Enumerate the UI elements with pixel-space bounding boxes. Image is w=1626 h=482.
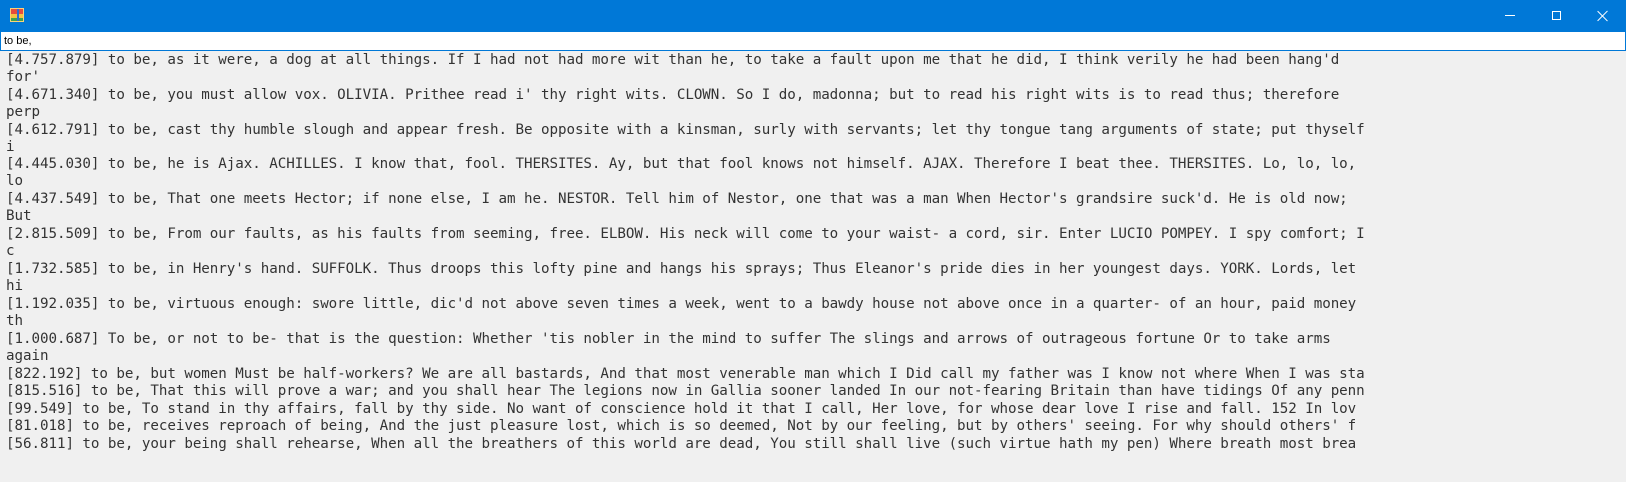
title-bar[interactable] bbox=[0, 0, 1626, 31]
results-list[interactable]: [4.757.879] to be, as it were, a dog at … bbox=[0, 51, 1626, 482]
result-line: [2.815.509] to be, From our faults, as h… bbox=[6, 226, 1365, 242]
result-line: [4.671.340] to be, you must allow vox. O… bbox=[6, 87, 1340, 103]
result-line: [815.516] to be, That this will prove a … bbox=[6, 383, 1365, 399]
result-line: [1.732.585] to be, in Henry's hand. SUFF… bbox=[6, 261, 1357, 277]
result-line: [4.445.030] to be, he is Ajax. ACHILLES.… bbox=[6, 156, 1357, 172]
close-icon bbox=[1597, 10, 1609, 22]
result-line: [822.192] to be, but women Must be half-… bbox=[6, 366, 1365, 382]
result-line: lo bbox=[6, 173, 23, 189]
minimize-button[interactable] bbox=[1487, 0, 1533, 31]
result-line: But bbox=[6, 208, 32, 224]
result-line: [56.811] to be, your being shall rehears… bbox=[6, 436, 1357, 452]
result-line: [4.612.791] to be, cast thy humble sloug… bbox=[6, 122, 1365, 138]
result-line: perp bbox=[6, 104, 40, 120]
result-line: i bbox=[6, 139, 15, 155]
result-line: for' bbox=[6, 69, 40, 85]
maximize-icon bbox=[1551, 11, 1561, 20]
result-line: [99.549] to be, To stand in thy affairs,… bbox=[6, 401, 1357, 417]
result-line: again bbox=[6, 348, 49, 364]
close-button[interactable] bbox=[1580, 0, 1626, 31]
search-input[interactable] bbox=[0, 31, 1626, 51]
result-line: hi bbox=[6, 278, 23, 294]
result-line: c bbox=[6, 243, 15, 259]
result-line: [4.437.549] to be, That one meets Hector… bbox=[6, 191, 1348, 207]
result-line: [1.000.687] To be, or not to be- that is… bbox=[6, 331, 1331, 347]
minimize-icon bbox=[1505, 15, 1515, 16]
result-line: th bbox=[6, 313, 23, 329]
application-icon[interactable] bbox=[10, 8, 24, 22]
result-line: [1.192.035] to be, virtuous enough: swor… bbox=[6, 296, 1357, 312]
result-line: [4.757.879] to be, as it were, a dog at … bbox=[6, 52, 1340, 68]
maximize-button[interactable] bbox=[1533, 0, 1579, 31]
result-line: [81.018] to be, receives reproach of bei… bbox=[6, 418, 1357, 434]
